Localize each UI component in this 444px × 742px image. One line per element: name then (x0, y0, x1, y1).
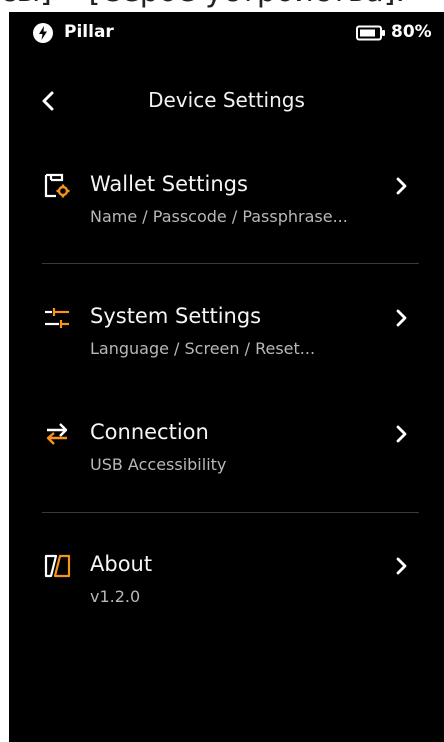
divider (42, 512, 419, 513)
menu-item-label: Connection (90, 420, 209, 444)
sliders-icon (45, 308, 69, 328)
page-title: Device Settings (148, 88, 305, 112)
menu-item-subtitle: USB Accessibility (90, 455, 227, 474)
brand-name: Pillar (64, 22, 114, 42)
chevron-right-icon (396, 177, 407, 195)
menu-item-label: System Settings (90, 304, 262, 328)
menu-item-subtitle: Name / Passcode / Passphrase... (90, 207, 348, 226)
lightning-logo-icon (33, 23, 53, 43)
battery-percentage: 80% (391, 22, 432, 42)
cropped-caption: сы] • [Серое устройства]. (0, 0, 444, 12)
chevron-right-icon (396, 557, 407, 575)
menu-item-wallet-settings[interactable]: Wallet Settings Name / Passcode / Passph… (9, 172, 444, 262)
chevron-right-icon (396, 309, 407, 327)
menu-item-system-settings[interactable]: System Settings Language / Screen / Rese… (9, 304, 444, 394)
menu-item-about[interactable]: About v1.2.0 (9, 552, 444, 642)
menu-item-subtitle: Language / Screen / Reset... (90, 339, 316, 358)
divider (42, 263, 419, 264)
menu-item-label: Wallet Settings (90, 172, 248, 196)
battery-icon (356, 25, 385, 41)
wallet-gear-icon (44, 173, 70, 198)
cropped-caption-text: сы] • [Серое устройства]. (0, 0, 405, 9)
menu-item-connection[interactable]: Connection USB Accessibility (9, 420, 444, 510)
device-screen: Pillar 80% Device Settings Wallet Settin… (9, 12, 444, 742)
menu-item-subtitle: v1.2.0 (90, 587, 141, 606)
menu-item-label: About (90, 552, 153, 576)
status-bar: Pillar 80% (9, 12, 444, 54)
logo-slash-icon (44, 554, 71, 578)
transfer-arrows-icon (46, 423, 68, 445)
chevron-right-icon (396, 425, 407, 443)
